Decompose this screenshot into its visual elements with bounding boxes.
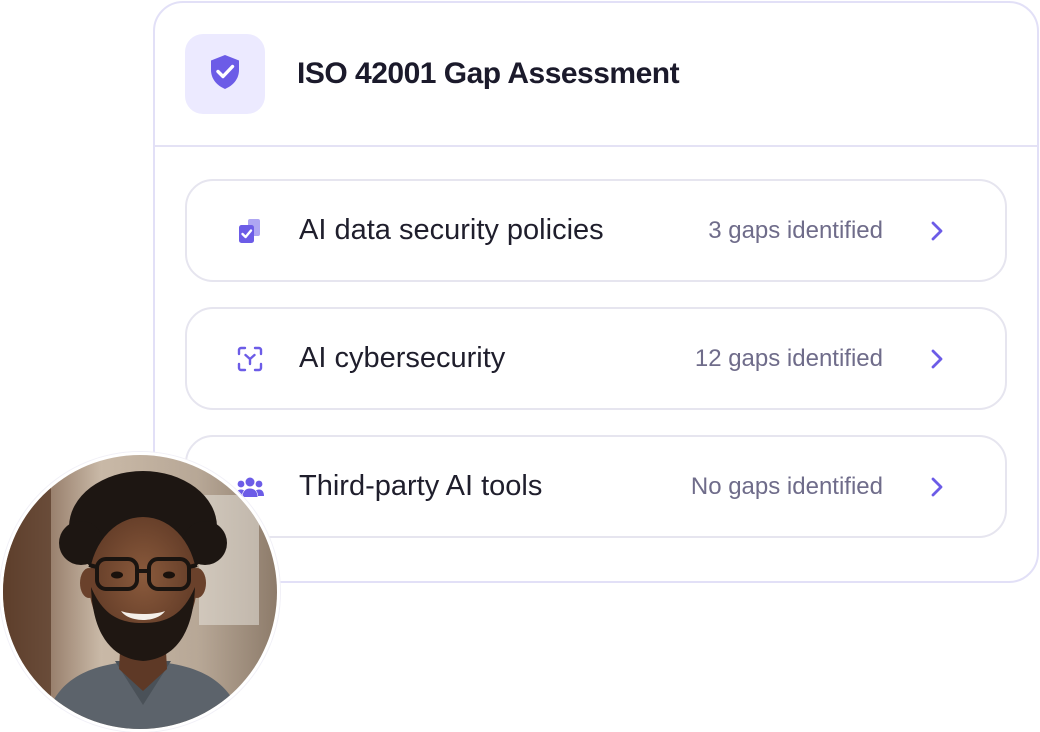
scan-target-icon bbox=[235, 344, 265, 374]
shield-check-icon bbox=[205, 52, 245, 97]
row-label: AI cybersecurity bbox=[299, 342, 506, 374]
assessment-row-data-security[interactable]: AI data security policies 3 gaps identif… bbox=[185, 179, 1007, 282]
shield-tile bbox=[185, 34, 265, 114]
avatar-photo bbox=[3, 455, 277, 729]
avatar bbox=[0, 452, 280, 732]
row-status: 3 gaps identified bbox=[708, 216, 883, 244]
gap-assessment-card: ISO 42001 Gap Assessment AI data securit… bbox=[153, 1, 1039, 583]
card-title: ISO 42001 Gap Assessment bbox=[297, 57, 680, 90]
chevron-right-icon[interactable] bbox=[927, 347, 947, 371]
assessment-row-cybersecurity[interactable]: AI cybersecurity 12 gaps identified bbox=[185, 307, 1007, 410]
chevron-right-icon[interactable] bbox=[927, 475, 947, 499]
card-header: ISO 42001 Gap Assessment bbox=[155, 3, 1037, 147]
row-status: No gaps identified bbox=[690, 472, 883, 500]
assessment-row-third-party[interactable]: Third-party AI tools No gaps identified bbox=[185, 435, 1007, 538]
chevron-right-icon[interactable] bbox=[927, 219, 947, 243]
stage: ISO 42001 Gap Assessment AI data securit… bbox=[0, 0, 1040, 732]
row-status: 12 gaps identified bbox=[694, 344, 883, 372]
clipboard-check-icon bbox=[235, 216, 265, 246]
assessment-list: AI data security policies 3 gaps identif… bbox=[155, 147, 1037, 538]
row-label: Third-party AI tools bbox=[299, 470, 543, 502]
row-label: AI data security policies bbox=[299, 214, 604, 246]
